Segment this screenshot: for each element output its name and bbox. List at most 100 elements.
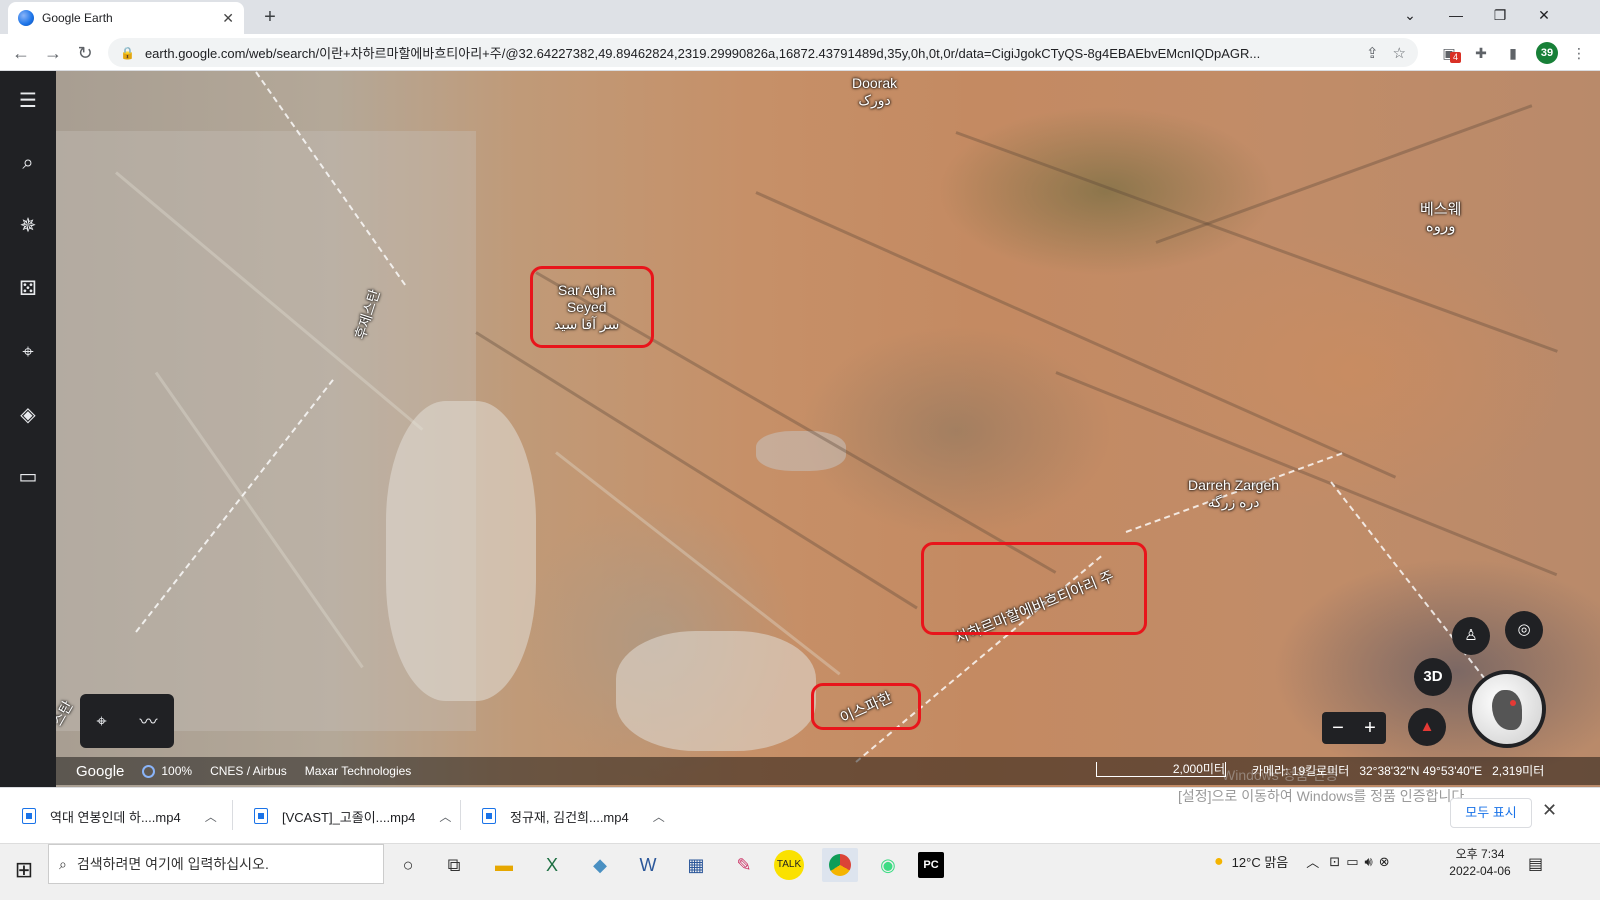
search-icon[interactable]: ⌕ [14,149,42,177]
measure-icon[interactable]: ▭ [14,463,42,491]
google-earth-favicon-icon [18,10,34,26]
tab-strip: Google Earth ✕ + ⌄ — ❐ ✕ [0,0,1600,34]
credits-cnes[interactable]: CNES / Airbus [210,764,287,778]
forward-button[interactable]: → [40,40,66,66]
projects-icon[interactable]: ⌖ [14,338,42,366]
province-border [1330,481,1492,688]
map-tools: ⌖ 〰 [80,694,174,748]
place-marker-icon[interactable]: ⌖ [96,711,106,732]
download-filename: 정규재, 김건희....mp4 [510,809,629,825]
zoom-out-button[interactable]: − [1332,717,1344,740]
side-panel-icon[interactable]: ▮ [1502,42,1524,64]
weather-sun-icon[interactable]: ● [1214,853,1224,871]
zoom-in-button[interactable]: + [1364,717,1376,740]
word-icon[interactable]: W [630,848,666,882]
video-file-icon [254,808,268,824]
terrain-patch [616,631,816,751]
coordinates: 32°38'32"N 49°53'40"E [1359,764,1483,778]
menu-icon[interactable]: ☰ [14,87,42,115]
draw-path-icon[interactable]: 〰 [140,708,158,734]
my-location-icon[interactable]: ◎ [1505,611,1543,649]
video-file-icon [482,808,496,824]
volume-icon[interactable]: 🔊︎ [1364,854,1372,870]
search-icon: ⌕ [59,855,67,872]
paint-icon[interactable]: ✎ [726,848,762,882]
annotation-box-sar-agha [530,266,654,348]
android-icon[interactable]: ◉ [870,848,906,882]
battery-saver-icon[interactable]: ⊗ [1379,854,1390,870]
maximize-button[interactable]: ❐ [1478,0,1522,30]
earth-sidebar: ☰ ⌕ ✵ ⚄ ⌖ ◈ ▭ [0,71,56,803]
notification-center-icon[interactable]: ▤ [1528,854,1543,874]
scale-bar[interactable]: 2,000미터 [1096,762,1226,777]
chevron-up-icon[interactable]: ︿ [653,808,665,825]
minimize-button[interactable]: — [1434,0,1478,30]
cortana-icon[interactable]: ○ [390,848,426,882]
taskbar-clock[interactable]: 오후 7:34 2022-04-06 [1444,846,1516,880]
tray-chevron-icon[interactable]: ︿ [1306,852,1319,871]
clock-time: 오후 7:34 [1455,847,1505,861]
google-logo: Google [76,762,125,780]
credits-maxar[interactable]: Maxar Technologies [305,764,412,778]
download-filename: [VCAST]_고졸이....mp4 [282,809,416,825]
annotation-box-chaharmahal [921,542,1147,635]
feeling-lucky-icon[interactable]: ⚄ [14,275,42,303]
globe-overview-icon[interactable] [1468,670,1546,748]
chrome-icon[interactable] [822,848,858,882]
place-label-beswe[interactable]: 베스웨 وروه [1420,201,1461,235]
extension-icon[interactable]: ▣ 4 [1438,42,1461,64]
more-menu-icon[interactable]: ⋮ [1568,42,1590,64]
globe-location-dot [1510,700,1516,706]
video-file-icon [22,808,36,824]
download-item[interactable]: 정규재, 김건희....mp4 ︿ [460,796,665,836]
close-downloads-icon[interactable]: ✕ [1542,800,1557,821]
close-window-button[interactable]: ✕ [1522,0,1566,30]
taskbar-search-input[interactable]: ⌕ 검색하려면 여기에 입력하십시오. [48,844,384,884]
back-button[interactable]: ← [8,40,34,66]
new-tab-button[interactable]: + [256,4,284,30]
extensions-puzzle-icon[interactable]: ✚ [1470,42,1492,64]
windows-taskbar: ⊞ ⌕ 검색하려면 여기에 입력하십시오. ○ ⧉ ▬ X ◆ W ▦ ✎ TA… [0,843,1600,900]
browser-tab[interactable]: Google Earth ✕ [8,2,244,34]
terrain-ridge [1155,104,1533,244]
load-percent: 100% [161,764,193,778]
compass-icon[interactable]: ▲ [1408,708,1446,746]
tab-search-icon[interactable]: ⌄ [1388,0,1432,30]
pycharm-icon[interactable]: PC [918,852,944,878]
close-tab-icon[interactable]: ✕ [222,10,234,27]
annotation-box-isfahan [811,683,921,730]
windows-start-icon[interactable]: ⊞ [10,856,38,884]
excel-icon[interactable]: X [534,848,570,882]
voyager-icon[interactable]: ✵ [14,212,42,240]
reload-button[interactable]: ↻ [72,40,98,66]
terrain-patch [756,431,846,471]
display-icon[interactable]: ▭ [1346,854,1358,870]
chevron-up-icon[interactable]: ︿ [205,808,217,825]
place-label-doorak[interactable]: Doorak دورک [852,75,897,109]
show-all-downloads-button[interactable]: 모두 표시 [1450,798,1532,828]
satellite-map[interactable]: Doorak دورک Sar Agha Seyed سر آقا سید 베스… [56,71,1600,803]
url-text[interactable]: earth.google.com/web/search/이란+차하르마할에바흐티… [145,43,1352,62]
profile-avatar[interactable]: 39 [1536,42,1558,64]
app-icon[interactable]: ◆ [582,848,618,882]
place-label-darreh-zargeh[interactable]: Darreh Zargeh دره زرگه [1188,477,1279,511]
download-item[interactable]: [VCAST]_고졸이....mp4 ︿ [232,796,451,836]
clock-date: 2022-04-06 [1449,864,1511,878]
weather-text[interactable]: 12°C 맑음 [1232,852,1289,871]
3d-toggle-button[interactable]: 3D [1414,658,1452,696]
network-icon[interactable]: ⊡ [1329,854,1340,870]
calendar-icon[interactable]: ▦ [678,848,714,882]
share-icon[interactable]: ⇪ [1366,44,1379,62]
chevron-up-icon[interactable]: ︿ [439,808,451,825]
camera-info: 카메라: 19킬로미터 32°38'32"N 49°53'40"E 2,319미… [1252,762,1544,779]
map-style-icon[interactable]: ◈ [14,401,42,429]
lock-icon[interactable]: 🔒 [120,46,135,60]
system-tray: ● 12°C 맑음 ︿ ⊡ ▭ 🔊︎ ⊗ [1214,852,1390,871]
kakaotalk-icon[interactable]: TALK [774,850,804,880]
bookmark-star-icon[interactable]: ☆ [1393,44,1406,62]
download-item[interactable]: 역대 연봉인데 하....mp4 ︿ [0,796,217,836]
file-explorer-icon[interactable]: ▬ [486,848,522,882]
task-view-icon[interactable]: ⧉ [436,848,472,882]
pegman-street-view-icon[interactable]: ♙ [1452,617,1490,655]
address-bar[interactable]: 🔒 earth.google.com/web/search/이란+차하르마할에바… [108,38,1418,67]
